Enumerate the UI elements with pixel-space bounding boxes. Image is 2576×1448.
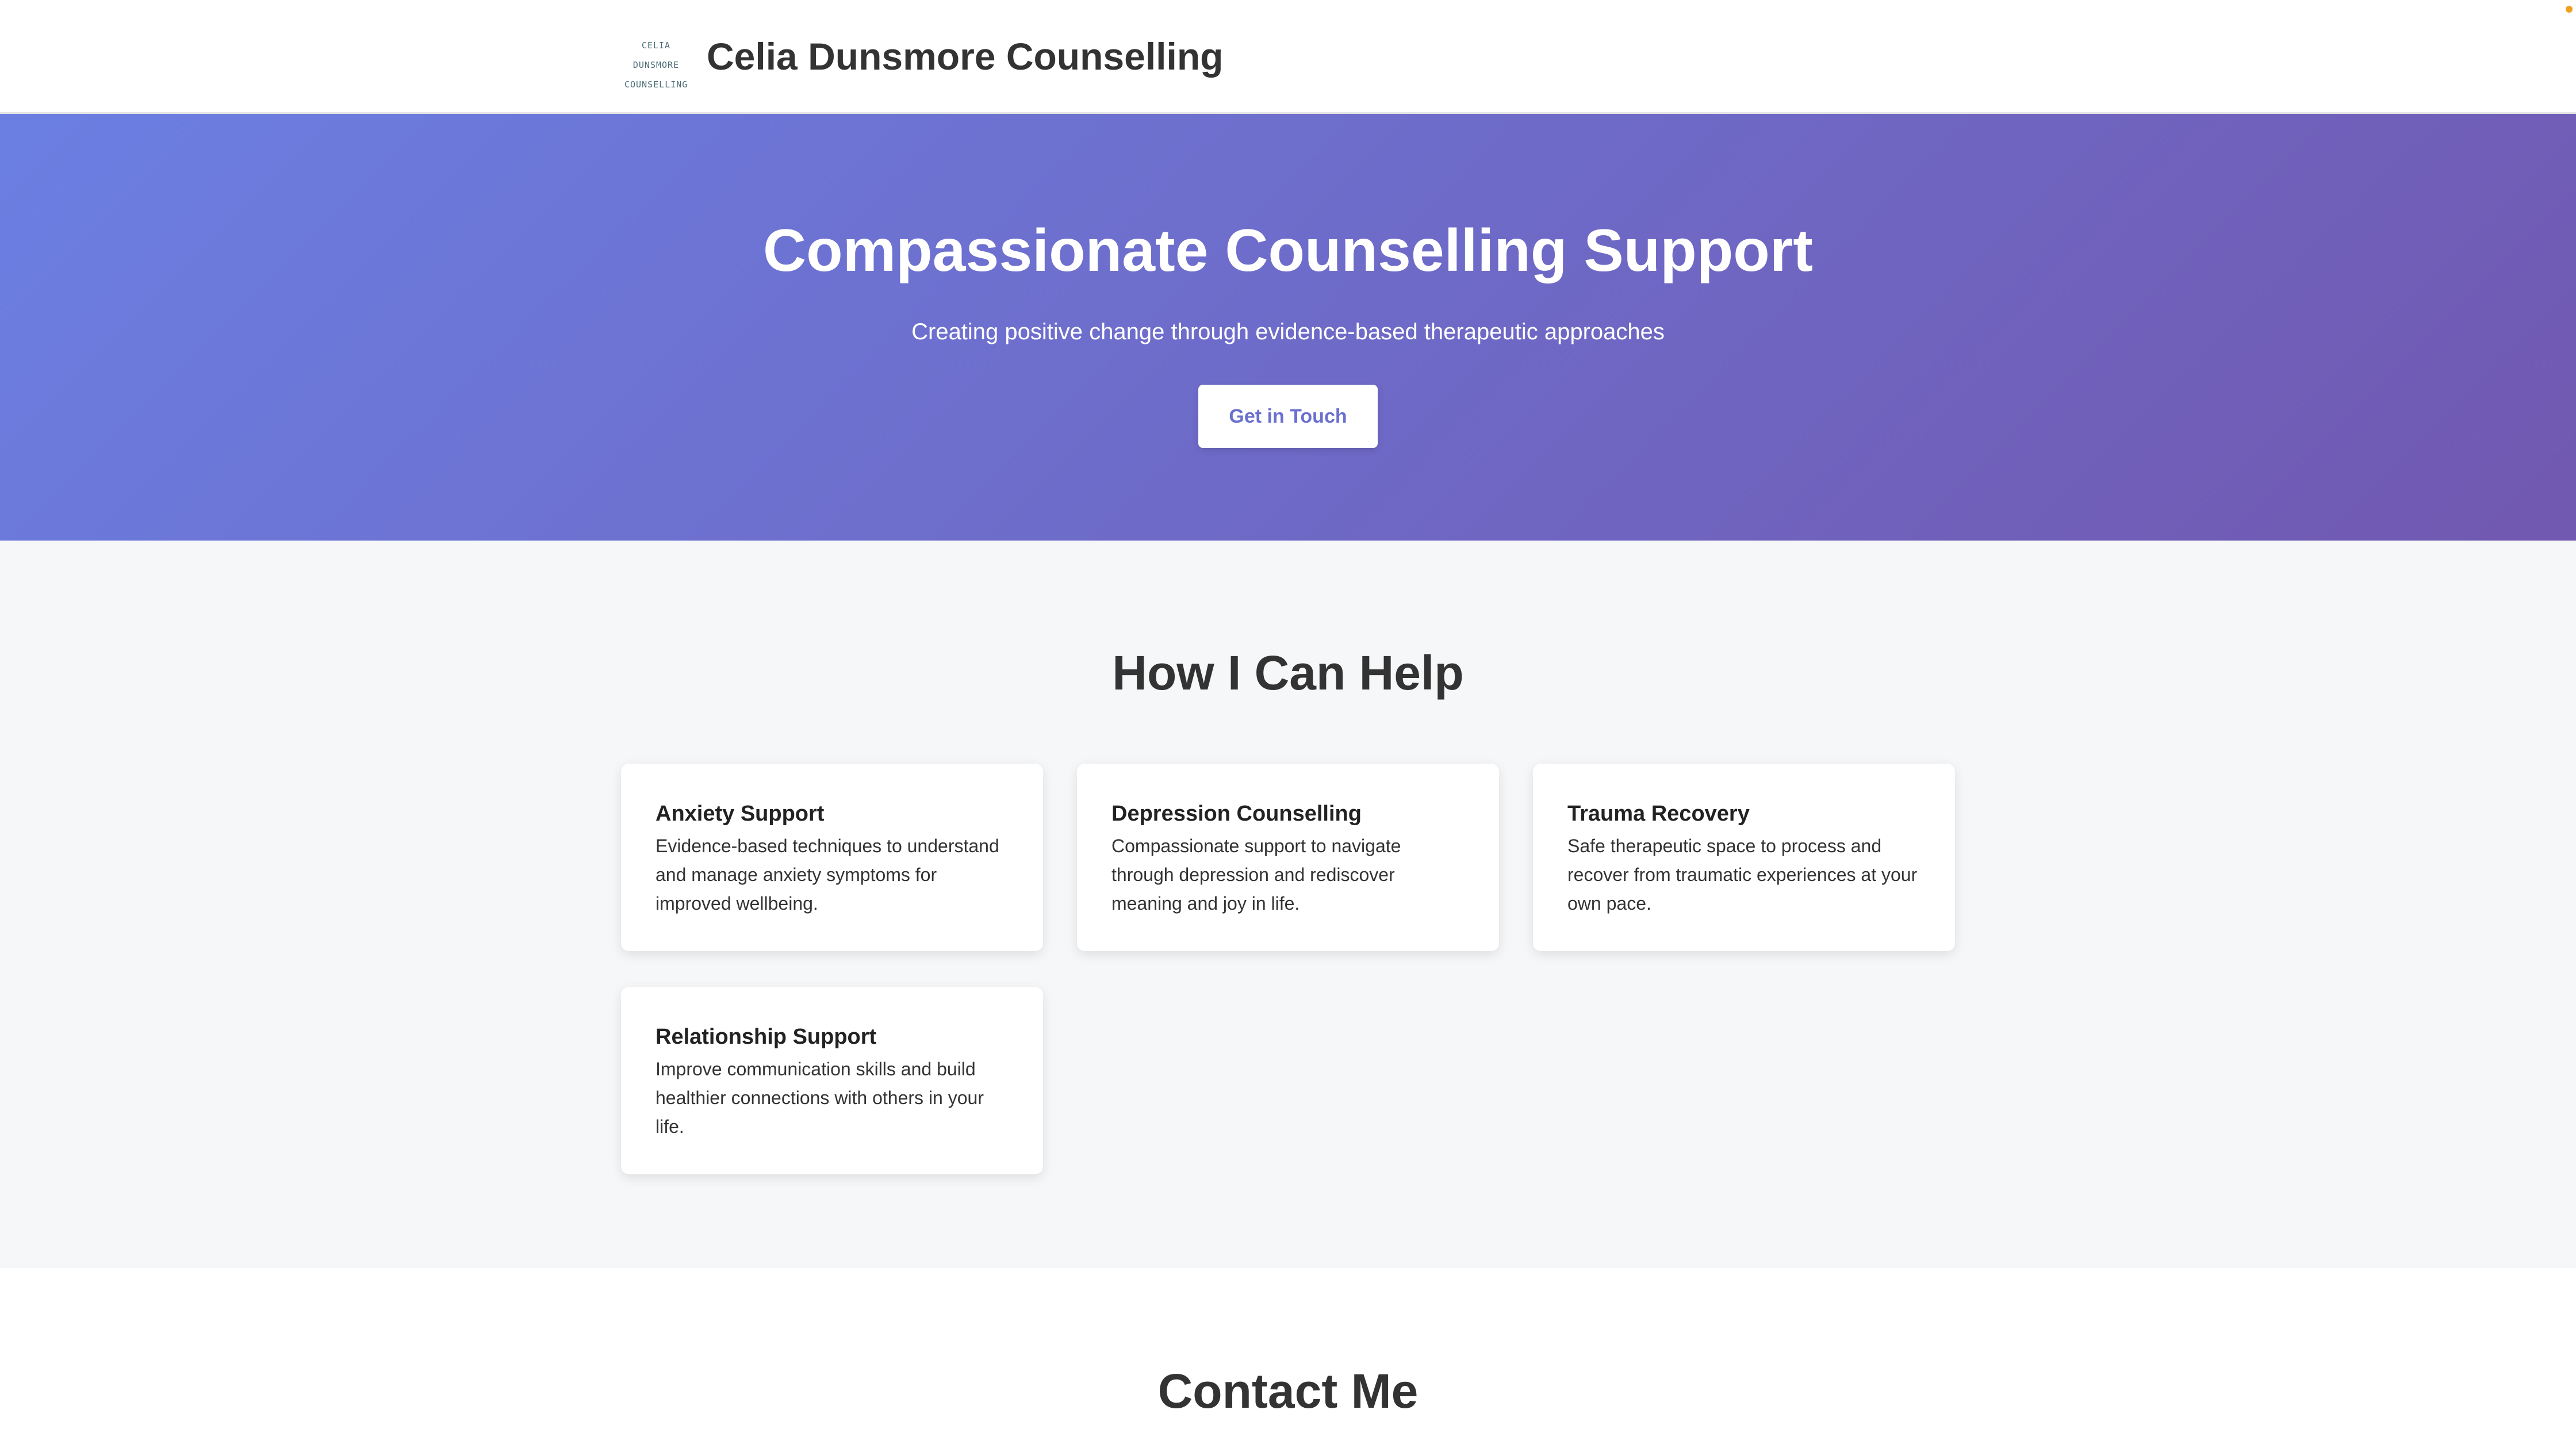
service-card-text: Improve communication skills and build h… bbox=[656, 1059, 984, 1137]
contact-section: Contact Me bbox=[0, 1268, 2576, 1448]
services-section: How I Can Help Anxiety Support Evidence-… bbox=[0, 541, 2576, 1268]
service-card-title: Depression Counselling bbox=[1111, 802, 1362, 826]
service-card-title: Anxiety Support bbox=[656, 802, 825, 826]
status-dot-icon bbox=[2566, 6, 2573, 13]
logo-text-line1: CELIA DUNSMORE bbox=[632, 40, 680, 70]
service-card-relationship: Relationship Support Improve communicati… bbox=[621, 987, 1043, 1174]
contact-heading: Contact Me bbox=[1157, 1364, 1419, 1418]
service-card-title: Relationship Support bbox=[656, 1025, 877, 1049]
site-header: CELIA DUNSMORE COUNSELLING Celia Dunsmor… bbox=[0, 0, 2576, 114]
hero-title: Compassionate Counselling Support bbox=[763, 217, 1813, 284]
site-title[interactable]: Celia Dunsmore Counselling bbox=[707, 33, 1223, 79]
get-in-touch-button[interactable]: Get in Touch bbox=[1198, 385, 1378, 448]
service-card-text: Evidence-based techniques to understand … bbox=[656, 836, 999, 914]
hero-section: Compassionate Counselling Support Creati… bbox=[0, 114, 2576, 541]
logo[interactable]: CELIA DUNSMORE COUNSELLING bbox=[624, 36, 688, 90]
hero-subtitle: Creating positive change through evidenc… bbox=[911, 319, 1665, 344]
service-card-text: Safe therapeutic space to process and re… bbox=[1567, 836, 1918, 914]
service-card-depression: Depression Counselling Compassionate sup… bbox=[1077, 764, 1499, 951]
services-heading: How I Can Help bbox=[1112, 646, 1464, 700]
logo-text-line2: COUNSELLING bbox=[624, 79, 688, 90]
service-card-text: Compassionate support to navigate throug… bbox=[1111, 836, 1401, 914]
service-card-title: Trauma Recovery bbox=[1567, 802, 1750, 826]
service-card-anxiety: Anxiety Support Evidence-based technique… bbox=[621, 764, 1043, 951]
service-card-trauma: Trauma Recovery Safe therapeutic space t… bbox=[1533, 764, 1955, 951]
